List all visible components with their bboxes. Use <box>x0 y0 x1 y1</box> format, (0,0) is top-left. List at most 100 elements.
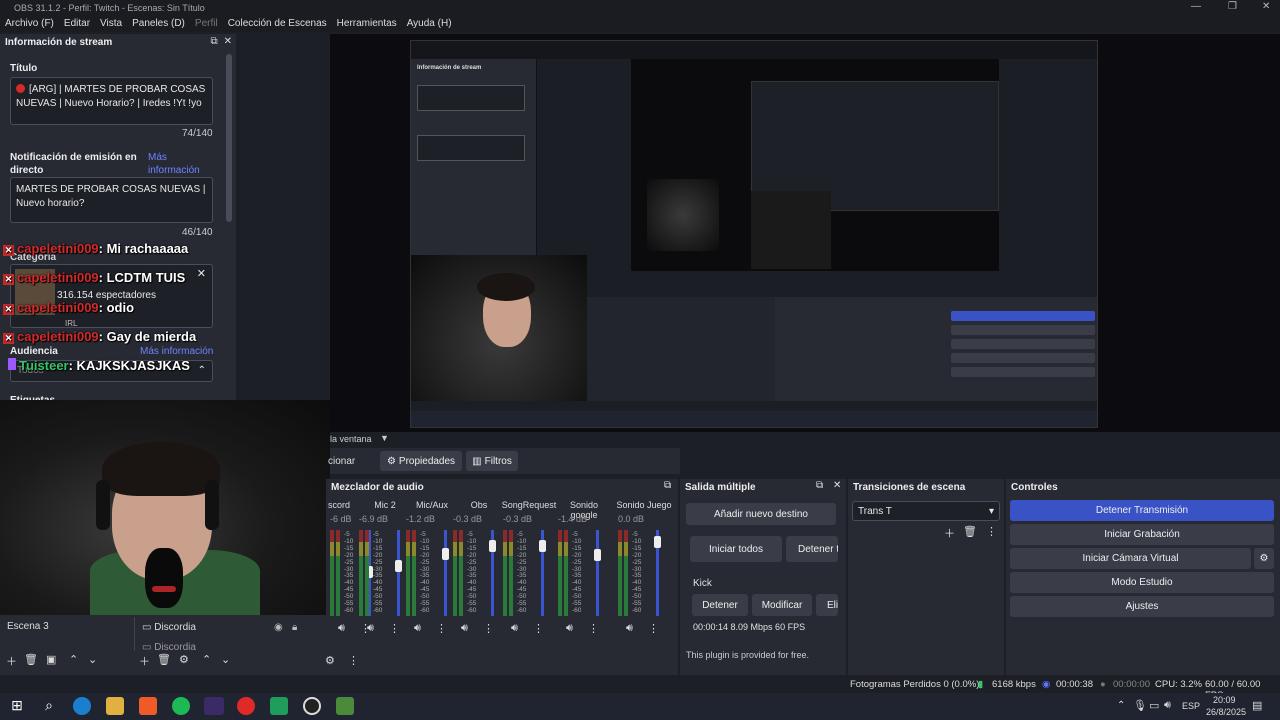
remove-transition-icon[interactable]: 🗑︎ <box>963 525 977 538</box>
transition-menu-icon[interactable]: ⋮ <box>986 525 997 538</box>
mute-icon[interactable]: 🔊︎ <box>367 622 374 635</box>
mute-icon[interactable]: 🔊︎ <box>511 622 518 635</box>
source-settings-icon[interactable]: ⚙ <box>179 653 189 666</box>
delete-button[interactable]: Eli <box>816 594 838 616</box>
opera-icon[interactable] <box>237 697 255 715</box>
volume-icon[interactable]: 🔊︎ <box>1164 699 1171 712</box>
start-icon[interactable]: ⊞ <box>8 697 26 715</box>
source-item[interactable]: ▭ Discordia <box>142 622 196 633</box>
modify-button[interactable]: Modificar <box>752 594 812 616</box>
menu-tools[interactable]: Herramientas <box>332 16 402 32</box>
explorer-icon[interactable] <box>106 697 124 715</box>
volume-knob[interactable] <box>539 539 546 552</box>
stop-all-button[interactable]: Detener t <box>786 536 838 562</box>
remove-source-icon[interactable]: 🗑︎ <box>157 653 171 666</box>
game-icon[interactable] <box>336 697 354 715</box>
mute-icon[interactable]: 🔊︎ <box>338 622 345 635</box>
scene-item[interactable]: Escena 3 <box>7 621 49 632</box>
chevron-down-icon[interactable]: ▼ <box>380 433 389 443</box>
add-source-icon[interactable]: ＋ <box>139 653 150 669</box>
channel-menu-icon[interactable]: ⋮ <box>483 622 494 635</box>
brave-icon[interactable] <box>139 697 157 715</box>
add-destination-button[interactable]: Añadir nuevo destino <box>686 503 836 525</box>
menu-view[interactable]: Vista <box>95 16 127 32</box>
channel-menu-icon[interactable]: ⋮ <box>436 622 447 635</box>
stop-streaming-button[interactable]: Detener Transmisión <box>1010 500 1274 521</box>
menu-help[interactable]: Ayuda (H) <box>402 16 457 32</box>
channel-menu-icon[interactable]: ⋮ <box>533 622 544 635</box>
volume-slider[interactable] <box>444 530 447 616</box>
volume-knob[interactable] <box>594 549 601 562</box>
channel-menu-icon[interactable]: ⋮ <box>389 622 400 635</box>
source-up-icon[interactable]: ⌃ <box>202 653 211 666</box>
channel-menu-icon[interactable]: ⋮ <box>648 622 659 635</box>
menu-scene-collection[interactable]: Colección de Escenas <box>223 16 332 32</box>
menu-docks[interactable]: Paneles (D) <box>127 16 190 32</box>
stop-button[interactable]: Detener <box>692 594 748 616</box>
network-icon[interactable]: ▭ <box>1149 699 1159 712</box>
properties-button[interactable]: ⚙ Propiedades <box>380 451 462 471</box>
maximize-button[interactable]: ❐ <box>1228 1 1237 12</box>
channel-menu-icon[interactable]: ⋮ <box>588 622 599 635</box>
title-input[interactable]: [ARG] | MARTES DE PROBAR COSAS NUEVAS | … <box>10 77 213 125</box>
add-scene-icon[interactable]: ＋ <box>6 653 17 669</box>
menu-profile[interactable]: Perfil <box>190 16 223 32</box>
close-window-button[interactable]: ✕ <box>1262 1 1270 12</box>
float-icon[interactable]: ⧉ <box>664 480 671 491</box>
mixer-settings-icon[interactable]: ⚙ <box>325 654 335 667</box>
mute-icon[interactable]: 🔊︎ <box>566 622 573 635</box>
lock-icon[interactable]: 🔒︎ <box>292 622 297 633</box>
mute-icon[interactable]: 🔊︎ <box>414 622 421 635</box>
volume-knob[interactable] <box>654 536 661 549</box>
float-icon[interactable]: ⧉ <box>816 480 823 491</box>
volume-slider[interactable] <box>397 530 400 616</box>
transition-select[interactable]: Trans T ▾ <box>852 501 1000 521</box>
menu-edit[interactable]: Editar <box>59 16 95 32</box>
volume-knob[interactable] <box>442 547 449 560</box>
mixer-menu-icon[interactable]: ⋮ <box>348 654 359 667</box>
scrollbar[interactable] <box>226 54 232 222</box>
mute-icon[interactable]: 🔊︎ <box>461 622 468 635</box>
menu-file[interactable]: Archivo (F) <box>0 16 59 32</box>
more-info-link[interactable]: Más información <box>148 151 208 177</box>
float-icon[interactable]: ⧉ <box>210 36 217 47</box>
excel-icon[interactable] <box>270 697 288 715</box>
obs-icon[interactable] <box>303 697 321 715</box>
start-all-button[interactable]: Iniciar todos <box>690 536 782 562</box>
add-transition-icon[interactable]: ＋ <box>944 525 955 541</box>
gear-icon[interactable]: ⚙ <box>1254 548 1274 569</box>
volume-slider[interactable] <box>596 530 599 616</box>
move-down-icon[interactable]: ⌄ <box>88 653 97 666</box>
search-icon[interactable]: ⌕ <box>40 697 58 715</box>
settings-button[interactable]: Ajustes <box>1010 596 1274 617</box>
studio-mode-button[interactable]: Modo Estudio <box>1010 572 1274 593</box>
tab-sources-partial[interactable]: cionar <box>328 456 355 467</box>
move-up-icon[interactable]: ⌃ <box>69 653 78 666</box>
fit-window-label[interactable]: la ventana <box>330 434 372 444</box>
notification-input[interactable]: MARTES DE PROBAR COSAS NUEVAS | Nuevo ho… <box>10 177 213 223</box>
volume-knob[interactable] <box>489 539 496 552</box>
close-icon[interactable]: ✕ <box>224 36 232 47</box>
mute-icon[interactable]: 🔊︎ <box>626 622 633 635</box>
kick-icon[interactable] <box>204 697 224 715</box>
scene-filter-icon[interactable]: ▣ <box>46 653 56 666</box>
source-down-icon[interactable]: ⌄ <box>221 653 230 666</box>
remove-scene-icon[interactable]: 🗑︎ <box>24 653 38 666</box>
clock-time[interactable]: 20:09 <box>1213 695 1236 705</box>
source-item[interactable]: ▭ Discordia <box>142 642 196 650</box>
category-remove-icon[interactable]: ✕ <box>197 267 206 281</box>
notifications-icon[interactable]: ▤ <box>1252 699 1262 712</box>
start-virtual-camera-button[interactable]: Iniciar Cámara Virtual <box>1010 548 1251 569</box>
filters-button[interactable]: ▥ Filtros <box>466 451 518 471</box>
tray-chevron-icon[interactable]: ⌃ <box>1117 700 1125 711</box>
visibility-icon[interactable]: ◉ <box>274 622 283 633</box>
edge-icon[interactable] <box>73 697 91 715</box>
spotify-icon[interactable] <box>172 697 190 715</box>
clock-date[interactable]: 26/8/2025 <box>1206 707 1246 717</box>
start-recording-button[interactable]: Iniciar Grabación <box>1010 524 1274 545</box>
mic-icon[interactable]: 🎙︎ <box>1133 699 1147 712</box>
close-icon[interactable]: ✕ <box>833 480 841 491</box>
minimize-button[interactable]: — <box>1191 1 1201 12</box>
audience-more-link[interactable]: Más información <box>140 346 213 357</box>
language-indicator[interactable]: ESP <box>1182 701 1200 711</box>
